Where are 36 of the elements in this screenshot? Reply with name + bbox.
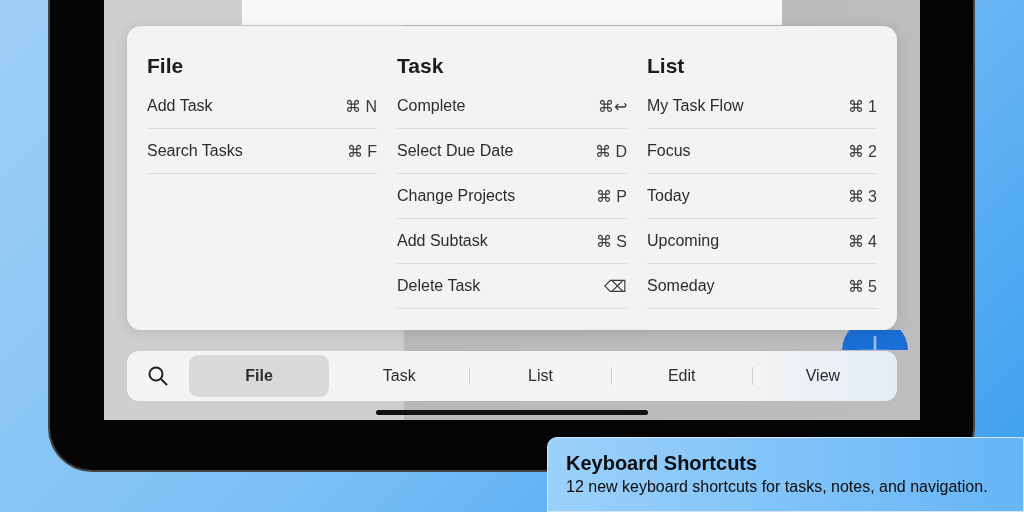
menu-item[interactable]: Someday [647,277,715,295]
shortcut-key: ⌫ [604,276,627,296]
menu-item[interactable]: Focus [647,142,691,160]
menu-item[interactable]: Add Subtask [397,232,488,250]
shortcut-key: ⌘ 1 [847,96,877,116]
menu-tab[interactable]: Task [329,355,470,397]
menu-item[interactable]: Today [647,187,690,205]
menu-heading: Task [397,54,445,78]
menu-tab[interactable]: Edit [611,355,752,397]
shortcut-key: ⌘ D [595,141,627,161]
shortcut-key: ⌘ S [595,231,627,251]
shortcut-key: ⌘ 5 [847,276,877,296]
shortcut-key: ⌘↩ [598,96,627,116]
menu-tab[interactable]: View [752,355,893,397]
shortcut-key: ⌘ 4 [847,231,877,251]
menu-item[interactable]: My Task Flow [647,97,744,115]
caption-text: 12 new keyboard shortcuts for tasks, notes, and navigation. [566,478,989,496]
menu-item[interactable]: Complete [397,97,466,115]
add-button[interactable] [842,330,908,350]
menu-item[interactable]: Upcoming [647,232,720,250]
menu-item[interactable]: Add Task [147,97,213,115]
menu-item[interactable]: Delete Task [397,277,481,295]
caption-title: Keyboard Shortcuts [566,452,759,475]
shortcut-key: ⌘ N [345,96,377,116]
menu-tab[interactable]: List [470,355,611,397]
menu-item[interactable]: Select Due Date [397,142,514,160]
search-icon[interactable] [147,365,169,387]
shortcut-key: ⌘ 3 [847,186,877,206]
menu-item[interactable]: Change Projects [397,187,516,205]
menu-heading: File [147,54,185,78]
menu-item[interactable]: Search Tasks [147,142,243,160]
shortcut-key: ⌘ 2 [847,141,877,161]
menu-heading: List [647,54,686,78]
menu-tab[interactable]: File [189,355,330,397]
shortcut-key: ⌘ F [346,141,377,161]
shortcut-key: ⌘ P [595,186,627,206]
